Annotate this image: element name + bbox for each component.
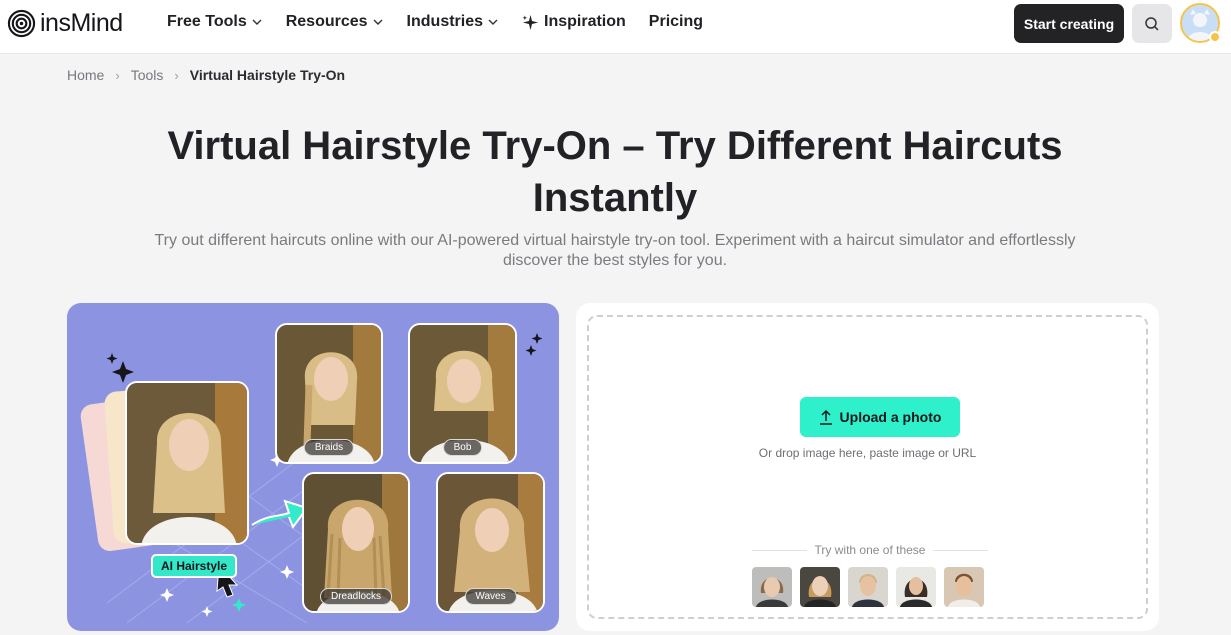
breadcrumb-separator-icon: › <box>115 67 120 83</box>
nav-free-tools[interactable]: Free Tools <box>167 13 263 31</box>
hairstyle-showcase-illustration: AI Hairstyle Braids Bob Dreadlocks Waves <box>67 303 559 631</box>
insmind-logo[interactable]: insMind <box>7 8 123 38</box>
drop-hint-text: Or drop image here, paste image or URL <box>758 446 977 460</box>
style-label-waves: Waves <box>464 588 517 605</box>
style-label-braids: Braids <box>303 439 355 456</box>
sample-images-label: Try with one of these <box>814 543 926 557</box>
nav-free-tools-label: Free Tools <box>167 13 247 30</box>
ai-hairstyle-label: AI Hairstyle <box>151 554 238 578</box>
style-label-dreadlocks: Dreadlocks <box>319 588 393 605</box>
result-waves: Waves <box>436 472 545 613</box>
nav-industries[interactable]: Industries <box>407 13 499 31</box>
sample-image-4[interactable] <box>896 567 936 607</box>
upload-panel: Upload a photo Or drop image here, paste… <box>576 303 1159 631</box>
page-title: Virtual Hairstyle Try-On – Try Different… <box>167 124 1063 220</box>
nav-resources[interactable]: Resources <box>286 13 384 31</box>
breadcrumb-separator-icon: › <box>174 67 179 83</box>
nav-inspiration[interactable]: Inspiration <box>522 13 626 31</box>
avatar-status-badge <box>1209 31 1221 43</box>
result-bob: Bob <box>408 323 517 464</box>
breadcrumb-home[interactable]: Home <box>67 67 104 83</box>
top-navigation-bar: insMind Free Tools Resources Industries … <box>0 0 1231 54</box>
breadcrumb-tools[interactable]: Tools <box>131 67 164 83</box>
sample-images-list <box>752 567 992 607</box>
result-dreadlocks: Dreadlocks <box>302 472 410 613</box>
breadcrumb-current: Virtual Hairstyle Try-On <box>189 67 346 83</box>
search-icon <box>1145 16 1159 31</box>
result-braids: Braids <box>275 323 383 464</box>
sample-image-3[interactable] <box>848 567 888 607</box>
upload-icon <box>819 409 832 425</box>
sample-image-5[interactable] <box>944 567 984 607</box>
logo-spiral-icon <box>7 9 36 37</box>
nav-resources-label: Resources <box>285 13 368 30</box>
chevron-down-icon <box>373 19 383 25</box>
nav-pricing-label: Pricing <box>648 13 704 30</box>
divider-left <box>752 549 807 551</box>
sample-image-1[interactable] <box>752 567 792 607</box>
start-creating-button[interactable]: Start creating <box>1014 4 1124 43</box>
sample-images-heading: Try with one of these <box>752 543 989 557</box>
upload-photo-button[interactable]: Upload a photo <box>800 397 960 437</box>
logo-wordmark: insMind <box>40 8 123 37</box>
original-portrait <box>125 381 249 545</box>
breadcrumb: Home › Tools › Virtual Hairstyle Try-On <box>67 67 345 83</box>
nav-inspiration-label: Inspiration <box>544 13 626 30</box>
upload-photo-label: Upload a photo <box>839 409 942 425</box>
nav-industries-label: Industries <box>406 13 484 30</box>
chevron-down-icon <box>488 19 498 25</box>
main-nav: Free Tools Resources Industries Inspirat… <box>167 0 726 44</box>
style-label-bob: Bob <box>442 439 483 456</box>
search-button[interactable] <box>1132 4 1172 43</box>
image-dropzone[interactable]: Upload a photo Or drop image here, paste… <box>587 315 1148 619</box>
sparkle-icon <box>522 14 539 30</box>
chevron-down-icon <box>252 19 262 25</box>
page-subtitle: Try out different haircuts online with o… <box>154 232 1076 269</box>
sample-image-2[interactable] <box>800 567 840 607</box>
nav-pricing[interactable]: Pricing <box>649 13 703 31</box>
divider-right <box>933 549 989 551</box>
